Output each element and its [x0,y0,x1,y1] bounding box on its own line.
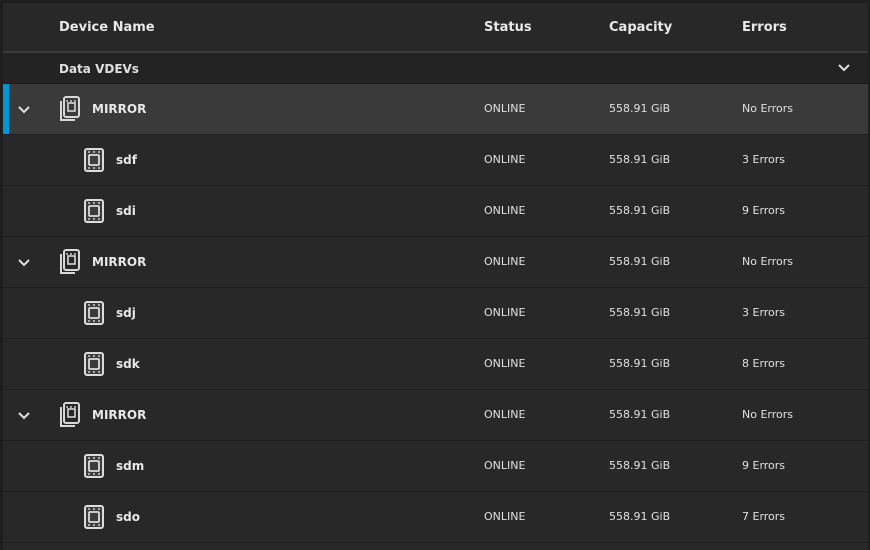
capacity-value: 558.91 GiB [609,306,671,319]
disk-row[interactable]: sdf ONLINE 558.91 GiB 3 Errors [3,135,868,186]
capacity-value: 558.91 GiB [609,102,671,115]
vdev-row[interactable]: MIRROR ONLINE 558.91 GiB No Errors [3,390,868,441]
table-header: Device Name Status Capacity Errors [3,3,868,53]
mirror-vdev-icon [59,402,81,428]
errors-value: No Errors [742,408,793,421]
disk-row[interactable]: sdo ONLINE 558.91 GiB 7 Errors [3,492,868,543]
capacity-value: 558.91 GiB [609,204,671,217]
disk-icon [83,198,105,224]
status-value: ONLINE [484,459,526,472]
device-name: sdf [116,153,137,167]
errors-value: 9 Errors [742,204,786,217]
status-value: ONLINE [484,408,526,421]
disk-icon [83,300,105,326]
device-name: sdm [116,459,145,473]
disk-row[interactable]: sdk ONLINE 558.91 GiB 8 Errors [3,339,868,390]
capacity-value: 558.91 GiB [609,357,671,370]
status-value: ONLINE [484,102,526,115]
capacity-value: 558.91 GiB [609,153,671,166]
disk-icon [83,147,105,173]
device-rows: MIRROR ONLINE 558.91 GiB No Errors sdf ONLIN… [3,84,868,543]
mirror-vdev-icon [59,96,81,122]
selection-indicator [3,84,9,134]
errors-value: 3 Errors [742,153,786,166]
column-capacity[interactable]: Capacity [609,20,672,35]
column-errors[interactable]: Errors [742,20,787,35]
status-value: ONLINE [484,510,526,523]
chevron-down-icon[interactable] [15,254,33,272]
disk-icon [83,504,105,530]
device-name: sdo [116,510,140,524]
column-status[interactable]: Status [484,20,532,35]
chevron-down-icon[interactable] [15,101,33,119]
mirror-vdev-icon [59,249,81,275]
status-value: ONLINE [484,204,526,217]
chevron-down-icon[interactable] [15,407,33,425]
device-name: MIRROR [92,408,147,422]
group-label: Data VDEVs [59,62,139,76]
errors-value: No Errors [742,255,793,268]
group-row-data-vdevs[interactable]: Data VDEVs [3,53,868,84]
capacity-value: 558.91 GiB [609,459,671,472]
status-value: ONLINE [484,306,526,319]
errors-value: 8 Errors [742,357,786,370]
column-device-name[interactable]: Device Name [59,20,155,35]
vdev-row[interactable]: MIRROR ONLINE 558.91 GiB No Errors [3,84,868,135]
capacity-value: 558.91 GiB [609,408,671,421]
status-value: ONLINE [484,153,526,166]
device-name: sdj [116,306,136,320]
device-name: MIRROR [92,102,147,116]
errors-value: 7 Errors [742,510,786,523]
disk-icon [83,453,105,479]
vdev-row[interactable]: MIRROR ONLINE 558.91 GiB No Errors [3,237,868,288]
device-name: sdk [116,357,140,371]
device-name: sdi [116,204,136,218]
disk-icon [83,351,105,377]
device-name: MIRROR [92,255,147,269]
disk-row[interactable]: sdj ONLINE 558.91 GiB 3 Errors [3,288,868,339]
devices-table: Device Name Status Capacity Errors Data … [3,3,868,550]
errors-value: 3 Errors [742,306,786,319]
status-value: ONLINE [484,255,526,268]
disk-row[interactable]: sdm ONLINE 558.91 GiB 9 Errors [3,441,868,492]
errors-value: 9 Errors [742,459,786,472]
disk-row[interactable]: sdi ONLINE 558.91 GiB 9 Errors [3,186,868,237]
capacity-value: 558.91 GiB [609,255,671,268]
capacity-value: 558.91 GiB [609,510,671,523]
status-value: ONLINE [484,357,526,370]
chevron-down-icon[interactable] [836,60,852,76]
errors-value: No Errors [742,102,793,115]
